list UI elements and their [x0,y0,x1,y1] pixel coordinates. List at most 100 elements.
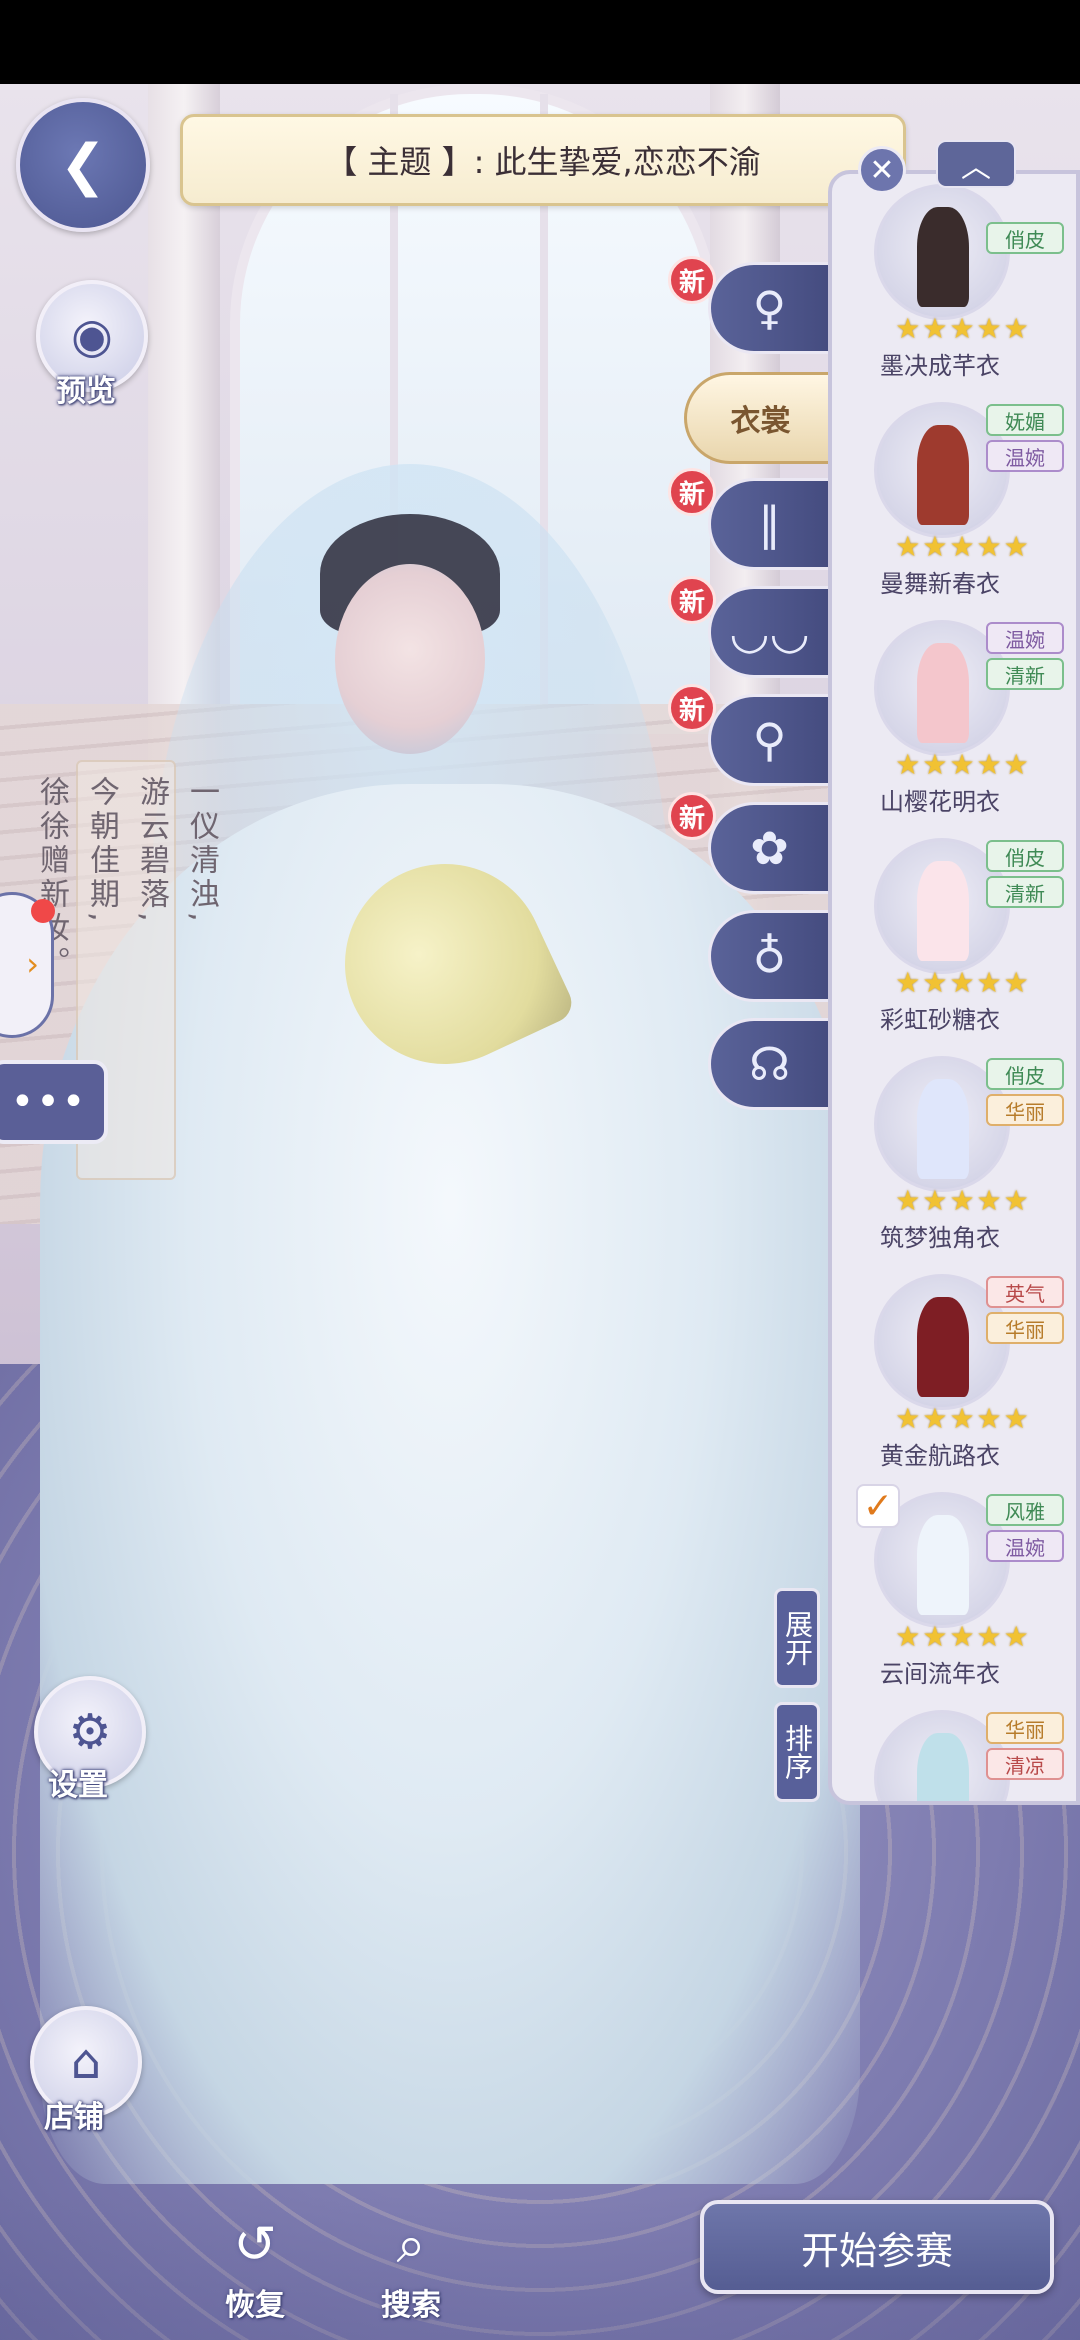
earrings-icon: ⚲ [752,713,787,767]
clothes-panel[interactable]: 俏皮 ★★★★★ 墨决成芊衣 妩媚 温婉 ★★★★★ 曼舞新春衣 温婉 清新 ★… [828,170,1080,1805]
clothes-item[interactable]: 俏皮 ★★★★★ 墨决成芊衣 [860,178,1066,392]
checkmark-icon: ✓ [856,1484,900,1528]
clothes-label: 衣裳 [730,404,791,439]
poem-line-1: 一仪清浊, [184,776,219,926]
status-bar [0,0,1080,84]
item-name: 墨决成芊衣 [880,352,1000,380]
socks-icon: ∥ [758,497,781,551]
clothes-item-selected[interactable]: ✓ 风雅 温婉 ★★★★★ 云间流年衣 [856,1484,1066,1700]
search-button[interactable]: ⌕ 搜索 [356,2210,466,2324]
close-icon: ✕ [869,152,895,188]
item-tag: 温婉 [986,622,1064,654]
search-icon: ⌕ [396,2215,426,2275]
necklace-icon: ♁ [752,929,787,983]
item-stars: ★★★★★ [895,966,1031,999]
clothes-item[interactable]: 俏皮 清新 ★★★★★ 彩虹砂糖衣 [860,832,1066,1046]
category-hair[interactable]: ♀ [708,262,828,354]
item-stars: ★★★★★ [895,748,1031,781]
category-necklace[interactable]: ♁ [708,910,828,1002]
item-stars: ★★★★★ [895,530,1031,563]
shop-icon: ⌂ [70,2034,102,2090]
category-earrings[interactable]: ⚲ [708,694,828,786]
garment-image [917,1297,969,1397]
item-tag: 俏皮 [986,1058,1064,1090]
shoes-icon: ◡◡ [729,605,810,659]
theme-banner: 【 主题 】: 此生挚爱,恋恋不渝 [180,114,906,206]
restore-icon: ↺ [233,2215,277,2275]
chevron-right-icon: › [26,945,39,983]
item-stars: ★★★★★ [895,1184,1031,1217]
item-tag: 华丽 [986,1712,1064,1744]
panel-close-button[interactable]: ✕ [858,146,906,194]
veil-icon: ☊ [749,1037,790,1091]
new-badge: 新 [668,684,716,732]
item-name: 曼舞新春衣 [880,570,1000,598]
restore-button[interactable]: ↺ 恢复 [200,2210,310,2324]
clothes-item[interactable]: 俏皮 华丽 ★★★★★ 筑梦独角衣 [860,1050,1066,1264]
new-badge: 新 [668,792,716,840]
expand-button[interactable]: 展开 [774,1588,820,1688]
panel-collapse-button[interactable]: ︿ [936,140,1016,188]
garment-image [917,1079,969,1179]
category-veil[interactable]: ☊ [708,1018,828,1110]
notification-dot [31,899,55,923]
item-name: 彩虹砂糖衣 [880,1006,1000,1034]
clothes-item[interactable]: 妩媚 温婉 ★★★★★ 曼舞新春衣 [860,396,1066,610]
item-tag: 俏皮 [986,222,1064,254]
clothes-item[interactable]: 温婉 清新 ★★★★★ 山樱花明衣 [860,614,1066,828]
chevron-up-icon: ︿ [961,150,991,185]
item-name: 云间流年衣 [880,1660,1000,1688]
sort-button[interactable]: 排序 [774,1702,820,1802]
category-hairpin[interactable]: ✿ [708,802,828,894]
garment-image [917,207,969,307]
start-label: 开始参赛 [800,2228,953,2273]
item-tag: 俏皮 [986,840,1064,872]
item-tag: 清新 [986,876,1064,908]
search-label: 搜索 [381,2288,441,2323]
item-tag: 清凉 [986,1748,1064,1780]
start-competition-button[interactable]: 开始参赛 [700,2200,1054,2294]
poem-line-2: 游云碧落, [134,776,169,926]
shop-label: 店铺 [44,2100,104,2135]
category-clothes[interactable]: 衣裳 [684,372,834,464]
item-tag: 华丽 [986,1312,1064,1344]
side-drawer-toggle[interactable]: › [0,892,55,1038]
item-tag: 温婉 [986,440,1064,472]
sort-label: 排序 [781,1724,814,1780]
new-badge: 新 [668,576,716,624]
new-badge: 新 [668,468,716,516]
category-shoes[interactable]: ◡◡ [708,586,828,678]
item-stars: ★★★★★ [895,1620,1031,1653]
chat-icon: ••• [10,1079,88,1125]
item-tag: 清新 [986,658,1064,690]
hairpin-icon: ✿ [750,821,789,875]
eye-icon: ◉ [71,308,113,364]
expand-label: 展开 [781,1610,814,1666]
theme-text: 【 主题 】: 此生挚爱,恋恋不渝 [325,143,761,181]
back-button[interactable]: ❮ [16,98,150,232]
item-name: 山樱花明衣 [880,788,1000,816]
item-stars: ★★★★★ [895,312,1031,345]
garment-image [917,425,969,525]
item-name: 黄金航路衣 [880,1442,1000,1470]
settings-label: 设置 [48,1768,108,1803]
item-tag: 华丽 [986,1094,1064,1126]
preview-label: 预览 [56,374,116,409]
butterfly-back-icon: ❮ [59,132,107,198]
item-tag: 风雅 [986,1494,1064,1526]
character-head [335,564,485,754]
item-tag: 温婉 [986,1530,1064,1562]
settings-icon: ⚙ [68,1704,112,1760]
category-socks[interactable]: ∥ [708,478,828,570]
clothes-item[interactable]: 华丽 清凉 [860,1704,1066,1801]
garment-image [917,643,969,743]
item-name: 筑梦独角衣 [880,1224,1000,1252]
clothes-item[interactable]: 英气 华丽 ★★★★★ 黄金航路衣 [860,1268,1066,1482]
item-tag: 妩媚 [986,404,1064,436]
item-stars: ★★★★★ [895,1402,1031,1435]
chat-button[interactable]: ••• [0,1060,108,1144]
item-tag: 英气 [986,1276,1064,1308]
restore-label: 恢复 [225,2288,285,2323]
garment-image [917,1733,969,1801]
garment-image [917,1515,969,1615]
